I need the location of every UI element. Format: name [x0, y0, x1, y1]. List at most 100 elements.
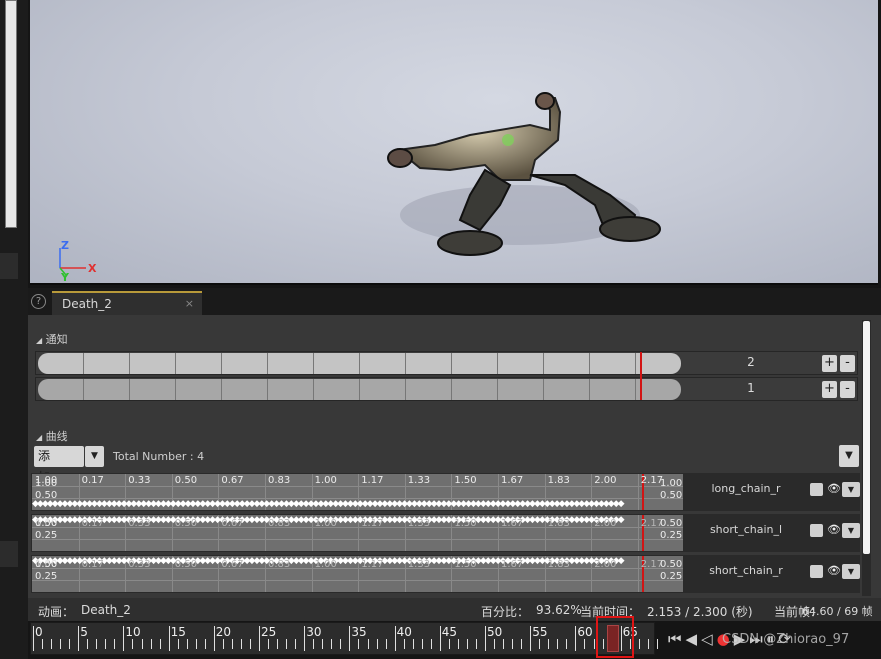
character-model — [387, 92, 661, 256]
notify-lane[interactable] — [38, 379, 681, 400]
timeline-tick-label: 55 — [532, 625, 548, 639]
play-reverse-icon[interactable]: ◁ — [701, 630, 713, 648]
timeline-tick-label: 50 — [487, 625, 503, 639]
curve-x-label: 0.33 — [128, 475, 151, 486]
curve-x-label: 2.00 — [594, 518, 617, 529]
curves-section-header[interactable]: ◢ 曲线 — [36, 428, 68, 444]
eye-icon[interactable]: 👁 — [827, 482, 841, 495]
watermark: CSDN @Zhiorao_97 — [722, 632, 850, 647]
timeline-minor-tick — [150, 639, 152, 649]
timeline-minor-tick — [141, 639, 143, 649]
curve-name: short_chain_l — [709, 523, 783, 536]
frame-timeline[interactable]: 0 5 10 15 20 25 30 35 40 45 50 55 60 65 — [30, 622, 658, 655]
curve-x-label: 1.33 — [407, 518, 431, 529]
timeline-minor-tick — [457, 639, 459, 649]
timeline-minor-tick — [204, 639, 206, 649]
chevron-down-icon[interactable]: ▼ — [842, 523, 860, 538]
timeline-minor-tick — [114, 639, 116, 649]
track-number: 1 — [747, 381, 755, 395]
close-icon[interactable]: × — [185, 297, 194, 310]
scroll-thumb[interactable] — [863, 321, 870, 554]
anim-label: 动画： — [38, 605, 75, 619]
curve-x-label: 0.67 — [221, 559, 244, 570]
timeline-major-tick — [123, 626, 125, 651]
curve-x-label: 1.33 — [407, 475, 431, 486]
curve-value-label: 0.25 — [35, 530, 58, 541]
curve-x-label: 1.83 — [547, 475, 570, 486]
timeline-minor-tick — [448, 639, 450, 649]
notify-section-header[interactable]: ◢ 通知 — [36, 331, 68, 347]
curve-x-label: 0.50 — [174, 475, 198, 486]
curve-x-label: 1.17 — [361, 559, 384, 570]
time-value: 2.153 / 2.300 (秒) — [647, 605, 753, 619]
add-track-button[interactable]: + — [822, 355, 837, 372]
options-dropdown[interactable]: ▼ — [839, 445, 859, 467]
left-scrollbar[interactable] — [5, 0, 17, 228]
playhead-handle[interactable] — [607, 625, 619, 652]
chevron-down-icon[interactable]: ▼ — [842, 482, 860, 497]
timeline-minor-tick — [96, 639, 98, 649]
notify-lane[interactable] — [38, 353, 681, 374]
curve-x-label: 0.33 — [128, 518, 151, 529]
curve-color-swatch[interactable] — [810, 565, 823, 578]
timeline-minor-tick — [277, 639, 279, 649]
timeline-minor-tick — [105, 639, 107, 649]
eye-icon[interactable]: 👁 — [827, 523, 841, 536]
timeline-minor-tick — [331, 639, 333, 649]
add-track-button[interactable]: + — [822, 381, 837, 398]
timeline-major-tick — [349, 626, 351, 651]
collapse-triangle-icon: ◢ — [36, 336, 43, 345]
vertical-scrollbar[interactable] — [862, 320, 871, 596]
add-curve-button[interactable]: 添加...... — [34, 446, 84, 484]
timeline-minor-tick — [584, 639, 586, 649]
left-dock — [0, 0, 28, 659]
curve-x-label: 0.83 — [268, 518, 291, 529]
timeline-minor-tick — [186, 639, 188, 649]
timeline-major-tick — [78, 626, 80, 651]
timeline-major-tick — [33, 626, 34, 651]
chevron-down-icon[interactable]: ▼ — [842, 564, 860, 579]
timeline-minor-tick — [647, 639, 649, 649]
notify-track[interactable]: 2 + - — [35, 351, 858, 375]
notify-track[interactable]: 1 + - — [35, 377, 858, 401]
timeline-tick-label: 10 — [125, 625, 141, 639]
step-back-icon[interactable]: ◀ — [686, 630, 698, 648]
timeline-minor-tick — [503, 639, 505, 649]
skip-start-icon[interactable]: ⏮ — [668, 630, 682, 648]
eye-icon[interactable]: 👁 — [827, 564, 841, 577]
curve-x-label: 1.83 — [547, 518, 570, 529]
curve-name: long_chain_r — [711, 482, 781, 495]
help-icon[interactable]: ? — [31, 294, 46, 309]
curve-x-label: 1.00 — [314, 518, 337, 529]
curve-color-swatch[interactable] — [810, 524, 823, 537]
curve-color-swatch[interactable] — [810, 483, 823, 496]
timeline-minor-tick — [521, 639, 523, 649]
3d-viewport[interactable]: Z Y X — [30, 0, 878, 285]
timeline-minor-tick — [494, 639, 495, 649]
curve-value-label: 0.50 — [35, 490, 58, 501]
curve-track[interactable]: ◆◆◆◆◆◆◆◆◆◆◆◆◆◆◆◆◆◆◆◆◆◆◆◆◆◆◆◆◆◆◆◆◆◆◆◆◆◆◆◆… — [31, 473, 860, 511]
timeline-minor-tick — [222, 639, 224, 649]
playhead-scrubber[interactable] — [596, 616, 634, 658]
tab-death-2[interactable]: Death_2 × — [52, 291, 202, 315]
curve-graph[interactable]: ◆◆◆◆◆◆◆◆◆◆◆◆◆◆◆◆◆◆◆◆◆◆◆◆◆◆◆◆◆◆◆◆◆◆◆◆◆◆◆◆… — [32, 556, 683, 592]
timeline-minor-tick — [240, 639, 242, 649]
timeline-minor-tick — [466, 639, 468, 649]
chevron-down-icon[interactable]: ▼ — [85, 446, 104, 467]
remove-track-button[interactable]: - — [840, 355, 855, 372]
dock-block — [0, 541, 18, 567]
timeline-minor-tick — [593, 639, 595, 649]
timeline-tick-label: 60 — [577, 625, 593, 639]
curve-track[interactable]: ◆◆◆◆◆◆◆◆◆◆◆◆◆◆◆◆◆◆◆◆◆◆◆◆◆◆◆◆◆◆◆◆◆◆◆◆◆◆◆◆… — [31, 514, 860, 552]
timeline-minor-tick — [87, 639, 89, 649]
timeline-minor-tick — [42, 639, 43, 649]
timeline-tick-label: 40 — [396, 625, 412, 639]
curve-track[interactable]: ◆◆◆◆◆◆◆◆◆◆◆◆◆◆◆◆◆◆◆◆◆◆◆◆◆◆◆◆◆◆◆◆◆◆◆◆◆◆◆◆… — [31, 555, 860, 593]
remove-track-button[interactable]: - — [840, 381, 855, 398]
timeline-minor-tick — [286, 639, 288, 649]
tab-bar: ? Death_2 × — [28, 288, 881, 315]
curve-graph[interactable]: ◆◆◆◆◆◆◆◆◆◆◆◆◆◆◆◆◆◆◆◆◆◆◆◆◆◆◆◆◆◆◆◆◆◆◆◆◆◆◆◆… — [32, 474, 683, 510]
curve-x-label: 1.00 — [314, 559, 337, 570]
curve-graph[interactable]: ◆◆◆◆◆◆◆◆◆◆◆◆◆◆◆◆◆◆◆◆◆◆◆◆◆◆◆◆◆◆◆◆◆◆◆◆◆◆◆◆… — [32, 515, 683, 551]
curve-x-label: 0.17 — [81, 475, 104, 486]
